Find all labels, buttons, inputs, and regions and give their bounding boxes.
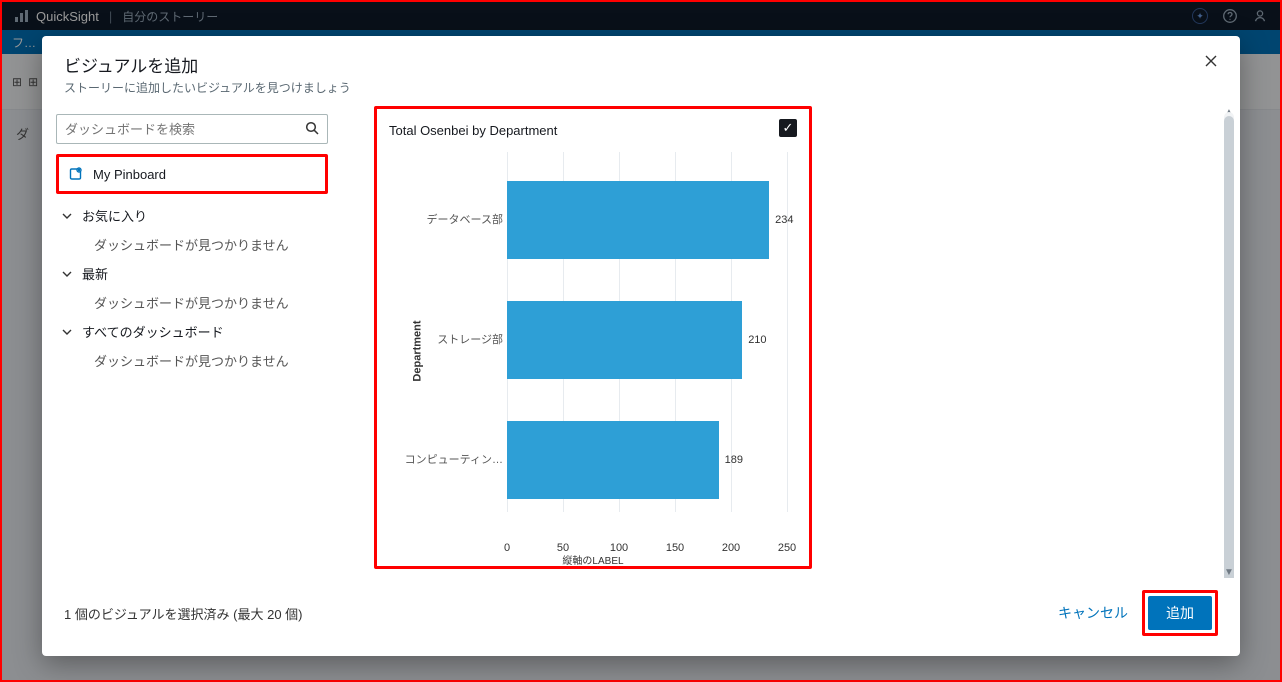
bar	[507, 421, 719, 499]
y-category-label: データベース部	[395, 214, 503, 226]
add-button[interactable]: 追加	[1148, 596, 1212, 630]
group-empty: ダッシュボードが見つかりません	[56, 231, 328, 258]
y-category-label: ストレージ部	[395, 334, 503, 346]
chart: Department 050100150200250データベース部234ストレー…	[389, 146, 797, 556]
scroll-down-icon[interactable]: ▼	[1224, 566, 1234, 578]
chevron-down-icon	[60, 209, 74, 223]
visual-card[interactable]: ✓ Total Osenbei by Department Department…	[374, 106, 812, 569]
group-label: 最新	[82, 264, 108, 283]
pinboard-label: My Pinboard	[93, 167, 166, 182]
add-visual-modal: ビジュアルを追加 ストーリーに追加したいビジュアルを見つけましょう	[42, 36, 1240, 656]
sidebar-group-favorites[interactable]: お気に入り	[56, 200, 328, 231]
sidebar-group-recent[interactable]: 最新	[56, 258, 328, 289]
search-input[interactable]	[65, 122, 305, 137]
selection-count: 1 個のビジュアルを選択済み (最大 20 個)	[64, 604, 303, 623]
chevron-down-icon	[60, 267, 74, 281]
sidebar-group-all[interactable]: すべてのダッシュボード	[56, 316, 328, 347]
modal-subtitle: ストーリーに追加したいビジュアルを見つけましょう	[64, 79, 1218, 96]
y-axis-label: Department	[412, 320, 424, 381]
close-button[interactable]	[1200, 50, 1222, 72]
sidebar-item-pinboard[interactable]: My Pinboard	[56, 154, 328, 194]
cancel-button[interactable]: キャンセル	[1058, 603, 1128, 623]
bar-value-label: 189	[725, 454, 743, 466]
scroll-thumb[interactable]	[1224, 116, 1234, 578]
bar-value-label: 234	[775, 214, 793, 226]
visual-picker-main: ✓ Total Osenbei by Department Department…	[342, 106, 1240, 578]
modal-backdrop: ビジュアルを追加 ストーリーに追加したいビジュアルを見つけましょう	[2, 2, 1280, 680]
sidebar: My Pinboard お気に入り ダッシュボードが見つかりません 最新 ダッシ…	[42, 106, 342, 578]
chart-title: Total Osenbei by Department	[389, 123, 797, 138]
bar-value-label: 210	[748, 334, 766, 346]
group-empty: ダッシュボードが見つかりません	[56, 289, 328, 316]
x-axis-label-clipped: 縦軸のLABEL	[389, 552, 797, 566]
gridline	[787, 152, 788, 512]
search-icon	[305, 121, 319, 138]
y-category-label: コンピューティン…	[395, 454, 503, 466]
selected-check-icon[interactable]: ✓	[779, 119, 797, 137]
search-box[interactable]	[56, 114, 328, 144]
scrollbar[interactable]: ▲ ▼	[1224, 112, 1234, 572]
chevron-down-icon	[60, 325, 74, 339]
pinboard-icon	[67, 165, 85, 183]
modal-title: ビジュアルを追加	[64, 52, 1218, 77]
bar	[507, 181, 769, 259]
group-label: お気に入り	[82, 206, 147, 225]
group-empty: ダッシュボードが見つかりません	[56, 347, 328, 374]
bar	[507, 301, 742, 379]
group-label: すべてのダッシュボード	[82, 322, 224, 341]
close-icon	[1204, 54, 1218, 68]
